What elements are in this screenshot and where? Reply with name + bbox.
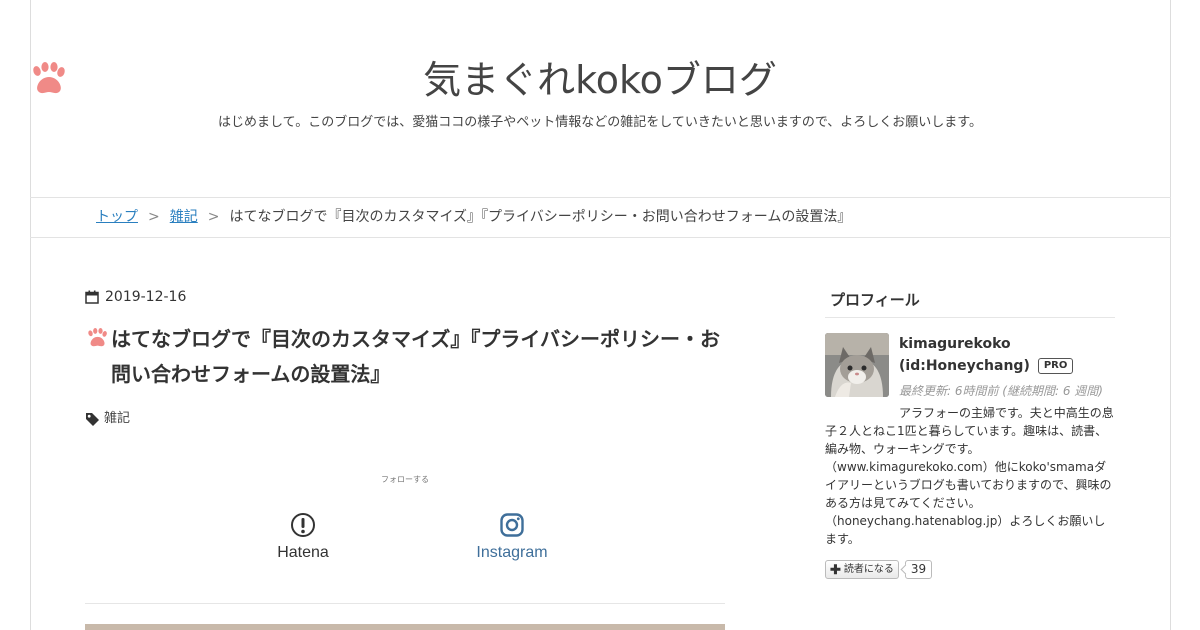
instagram-icon — [500, 513, 524, 537]
blog-title[interactable]: 気まぐれkokoブログ — [0, 54, 1200, 106]
breadcrumb-current: はてなブログで『目次のカスタマイズ』『プライバシーポリシー・お問い合わせフォーム… — [229, 209, 852, 225]
profile-last-updated: 最終更新: 6時間前 (継続期間: 6 週間) — [899, 384, 1103, 398]
entry-category-label: 雑記 — [104, 411, 131, 426]
breadcrumb-category-link[interactable]: 雑記 — [170, 209, 198, 225]
follow-hatena-button[interactable]: Hatena — [233, 512, 373, 564]
subscribe-button-label: 読者になる — [843, 564, 894, 575]
profile-id: (id:Honeychang) — [899, 358, 1030, 374]
breadcrumb-home-link[interactable]: トップ — [96, 209, 138, 225]
profile-username: kimagurekoko — [899, 336, 1011, 352]
sidebar-profile-heading: プロフィール — [825, 290, 1115, 318]
breadcrumb-separator: > — [207, 209, 220, 225]
breadcrumb: トップ > 雑記 > はてなブログで『目次のカスタマイズ』『プライバシーポリシー・お問い… — [96, 207, 851, 227]
calendar-icon — [85, 290, 99, 304]
breadcrumb-separator: > — [148, 209, 160, 225]
cat-photo — [825, 333, 889, 397]
plus-icon: ✚ — [830, 562, 841, 577]
follow-instagram-label: Instagram — [476, 544, 548, 561]
subscriber-count: 39 — [904, 560, 933, 579]
subscribe-button[interactable]: ✚ 読者になる — [825, 560, 899, 579]
follow-hatena-label: Hatena — [277, 544, 329, 561]
hatena-icon — [291, 513, 315, 537]
subscribe-widget: ✚ 読者になる 39 — [825, 560, 933, 579]
pro-badge: PRO — [1037, 358, 1074, 374]
entry-divider — [85, 603, 725, 604]
blog-description: はじめまして。このブログでは、愛猫ココの様子やペット情報などの雑記をしていきたい… — [217, 115, 982, 130]
tag-icon — [86, 413, 99, 426]
entry-title-text: はてなブログで『目次のカスタマイズ』『プライバシーポリシー・お問い合わせフォーム… — [111, 327, 720, 386]
entry-date[interactable]: 2019-12-16 — [85, 288, 186, 306]
entry-date-text: 2019-12-16 — [105, 289, 187, 305]
follow-label: フォローする — [381, 475, 429, 484]
paw-icon — [88, 328, 107, 347]
follow-instagram-button[interactable]: Instagram — [442, 512, 582, 564]
profile-name[interactable]: kimagurekoko (id:Honeychang) PRO — [899, 333, 1074, 377]
entry-title[interactable]: はてなブログで『目次のカスタマイズ』『プライバシーポリシー・お問い合わせフォーム… — [85, 322, 730, 392]
profile-description: アラフォーの主婦です。夫と中高生の息子２人とねこ1匹と暮らしています。趣味は、読… — [825, 406, 1114, 546]
avatar[interactable] — [825, 333, 889, 397]
entry-eyecatch-image — [85, 624, 725, 630]
entry-category[interactable]: 雑記 — [85, 410, 130, 428]
